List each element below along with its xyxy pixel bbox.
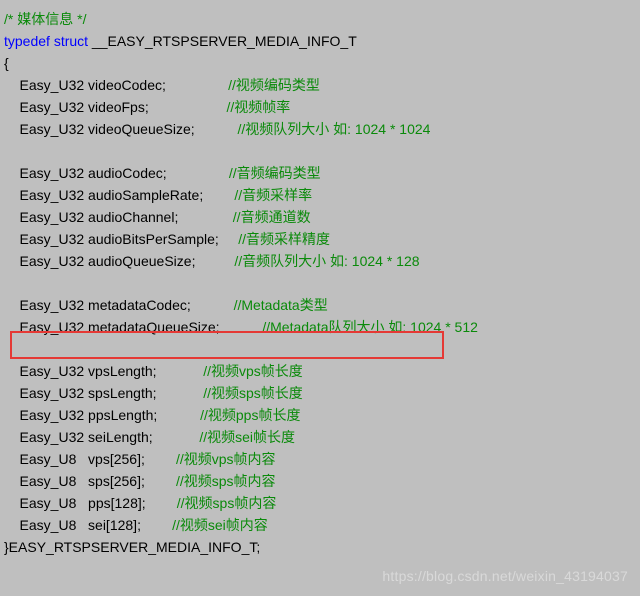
open-brace: { (4, 52, 636, 74)
comment-text: //音频通道数 (233, 209, 311, 225)
code-line: Easy_U32 videoQueueSize; //视频队列大小 如: 102… (4, 118, 636, 140)
comment-text: //视频vps帧长度 (203, 363, 303, 379)
code-text: Easy_U32 audioSampleRate; (4, 187, 234, 203)
comment-text: //视频sei帧长度 (199, 429, 295, 445)
code-line: Easy_U32 metadataQueueSize; //Metadata队列… (4, 316, 636, 338)
code-line: Easy_U32 audioCodec; //音频编码类型 (4, 162, 636, 184)
code-line: Easy_U32 metadataCodec; //Metadata类型 (4, 294, 636, 316)
code-text: Easy_U32 audioCodec; (4, 165, 229, 181)
code-line: Easy_U8 vps[256]; //视频vps帧内容 (4, 448, 636, 470)
code-line: Easy_U32 audioBitsPerSample; //音频采样精度 (4, 228, 636, 250)
comment-text: //视频vps帧内容 (176, 451, 276, 467)
comment-text: /* 媒体信息 */ (4, 11, 86, 27)
code-line: Easy_U32 audioChannel; //音频通道数 (4, 206, 636, 228)
struct-name: __EASY_RTSPSERVER_MEDIA_INFO_T (88, 33, 357, 49)
comment-text: //视频队列大小 如: 1024 * 1024 (237, 121, 430, 137)
code-text: Easy_U8 sei[128]; (4, 517, 172, 533)
code-text: Easy_U32 ppsLength; (4, 407, 200, 423)
code-line: Easy_U32 videoFps; //视频帧率 (4, 96, 636, 118)
close-brace: }EASY_RTSPSERVER_MEDIA_INFO_T; (4, 536, 636, 558)
code-text: Easy_U32 metadataCodec; (4, 297, 234, 313)
code-text: Easy_U8 pps[128]; (4, 495, 177, 511)
code-line: Easy_U32 seiLength; //视频sei帧长度 (4, 426, 636, 448)
blank-line (4, 338, 636, 360)
code-line: Easy_U8 pps[128]; //视频sps帧内容 (4, 492, 636, 514)
code-text: Easy_U32 metadataQueueSize; (4, 319, 262, 335)
code-text: Easy_U32 videoQueueSize; (4, 121, 237, 137)
code-text: Easy_U32 audioQueueSize; (4, 253, 234, 269)
code-text: Easy_U32 vpsLength; (4, 363, 203, 379)
comment-text: //视频sps帧内容 (176, 473, 276, 489)
code-text: Easy_U32 spsLength; (4, 385, 203, 401)
comment-text: //音频采样精度 (238, 231, 330, 247)
code-line: Easy_U32 ppsLength; //视频pps帧长度 (4, 404, 636, 426)
code-text: Easy_U8 sps[256]; (4, 473, 176, 489)
typedef-line: typedef struct __EASY_RTSPSERVER_MEDIA_I… (4, 30, 636, 52)
comment-text: //视频编码类型 (228, 77, 320, 93)
code-line: Easy_U32 vpsLength; //视频vps帧长度 (4, 360, 636, 382)
comment-text: //视频sps帧内容 (177, 495, 277, 511)
keyword: typedef struct (4, 33, 88, 49)
code-line: Easy_U32 videoCodec; //视频编码类型 (4, 74, 636, 96)
code-text: Easy_U32 audioBitsPerSample; (4, 231, 238, 247)
comment-text: //音频编码类型 (229, 165, 321, 181)
code-line: Easy_U8 sps[256]; //视频sps帧内容 (4, 470, 636, 492)
comment-text: //视频sps帧长度 (203, 385, 303, 401)
blank-line (4, 140, 636, 162)
comment-text: //音频采样率 (234, 187, 312, 203)
watermark: https://blog.csdn.net/weixin_43194037 (382, 568, 628, 584)
comment-text: //视频sei帧内容 (172, 517, 268, 533)
code-block: /* 媒体信息 */ typedef struct __EASY_RTSPSER… (0, 0, 640, 562)
code-line: Easy_U8 sei[128]; //视频sei帧内容 (4, 514, 636, 536)
comment-text: //Metadata类型 (234, 297, 328, 313)
comment-text: //音频队列大小 如: 1024 * 128 (234, 253, 419, 269)
code-text: Easy_U32 videoFps; (4, 99, 227, 115)
code-text: Easy_U8 vps[256]; (4, 451, 176, 467)
code-text: Easy_U32 videoCodec; (4, 77, 228, 93)
code-text: Easy_U32 audioChannel; (4, 209, 233, 225)
comment-text: //视频pps帧长度 (200, 407, 300, 423)
code-line: Easy_U32 audioQueueSize; //音频队列大小 如: 102… (4, 250, 636, 272)
top-comment: /* 媒体信息 */ (4, 8, 636, 30)
code-text: Easy_U32 seiLength; (4, 429, 199, 445)
comment-text: //Metadata队列大小 如: 1024 * 512 (262, 319, 478, 335)
code-line: Easy_U32 spsLength; //视频sps帧长度 (4, 382, 636, 404)
blank-line (4, 272, 636, 294)
comment-text: //视频帧率 (227, 99, 291, 115)
code-line: Easy_U32 audioSampleRate; //音频采样率 (4, 184, 636, 206)
